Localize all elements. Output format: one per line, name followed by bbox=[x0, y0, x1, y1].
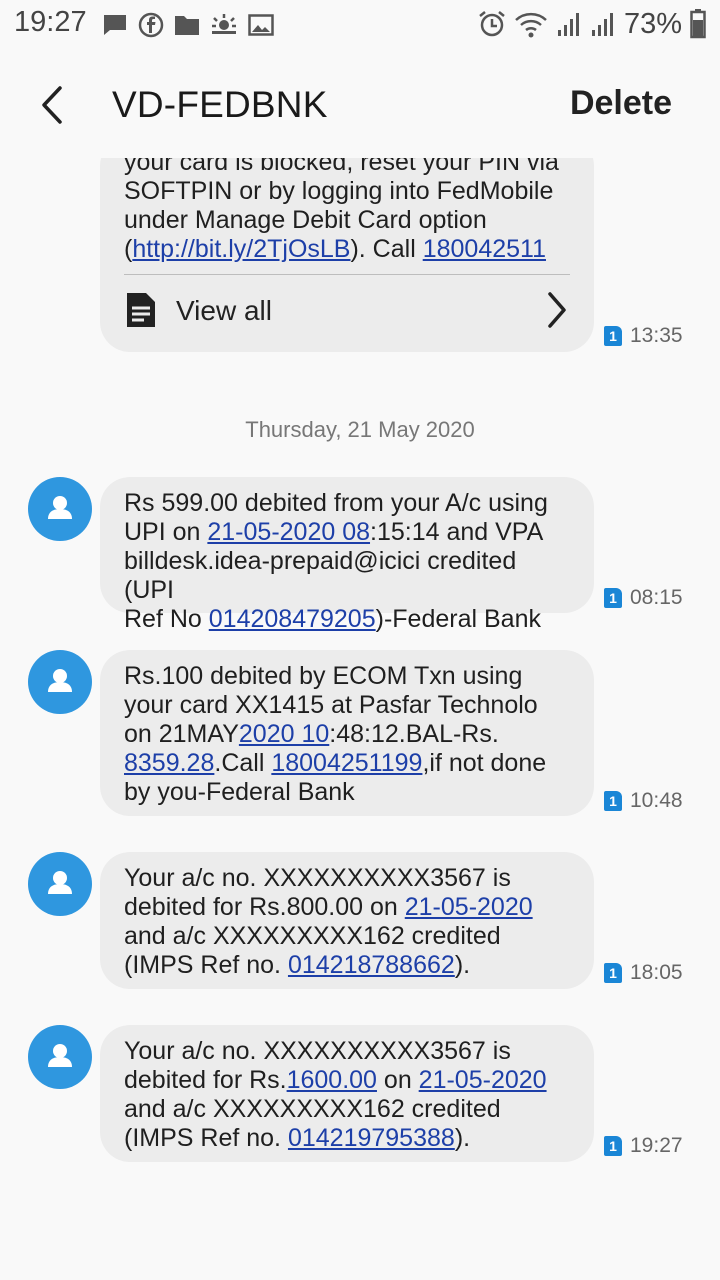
message-line: debited for Rs.800.00 on 21-05-2020 bbox=[124, 893, 533, 921]
sim-badge: 1 bbox=[604, 963, 622, 983]
sim-badge: 1 bbox=[604, 791, 622, 811]
message-link[interactable]: 21-05-2020 bbox=[405, 893, 533, 921]
message-line: your card is blocked, reset your PIN via bbox=[124, 158, 559, 176]
conversation-title: VD-FEDBNK bbox=[112, 84, 328, 125]
person-icon bbox=[48, 496, 72, 519]
phone-link[interactable]: 18004251199 bbox=[271, 749, 422, 777]
message-bubble[interactable]: Rs 599.00 debited from your A/c using UP… bbox=[100, 477, 594, 633]
message-meta: 1 13:35 bbox=[604, 324, 683, 348]
view-all-label: View all bbox=[176, 294, 272, 326]
message-meta: 1 19:27 bbox=[604, 1134, 683, 1158]
message-line: Ref No 014208479205)-Federal Bank bbox=[124, 605, 541, 633]
message-line: on 21MAY2020 10:48:12.BAL-Rs. bbox=[124, 720, 499, 748]
message-line: (http://bit.ly/2TjOsLB). Call 180042511 bbox=[124, 235, 546, 263]
avatar[interactable] bbox=[28, 477, 92, 541]
phone-link[interactable]: 180042511 bbox=[423, 235, 546, 263]
avatar[interactable] bbox=[28, 650, 92, 714]
document-icon bbox=[127, 293, 155, 327]
person-icon bbox=[48, 1044, 72, 1067]
message-line: by you-Federal Bank bbox=[124, 778, 355, 806]
alarm-icon bbox=[479, 11, 505, 37]
signal-icon bbox=[557, 13, 579, 36]
status-bar: 19:27 73% bbox=[0, 0, 720, 50]
message-link[interactable]: 8359.28 bbox=[124, 749, 214, 777]
message-line: 8359.28.Call 18004251199,if not done bbox=[124, 749, 547, 777]
message-link[interactable]: http://bit.ly/2TjOsLB bbox=[132, 235, 350, 263]
message-line: billdesk.idea-prepaid@icici credited (UP… bbox=[124, 547, 517, 604]
conversation-list[interactable]: your card is blocked, reset your PIN via… bbox=[0, 158, 720, 1280]
message-time: 18:05 bbox=[630, 961, 683, 984]
person-icon bbox=[48, 871, 72, 894]
message-meta: 1 08:15 bbox=[604, 586, 683, 610]
back-arrow-icon bbox=[42, 86, 62, 124]
message-line: Your a/c no. XXXXXXXXXX3567 is bbox=[124, 1037, 511, 1065]
message-line: (IMPS Ref no. 014218788662). bbox=[124, 951, 471, 979]
image-icon bbox=[248, 14, 274, 36]
status-time: 19:27 bbox=[14, 6, 87, 38]
message-line: and a/c XXXXXXXXX162 credited bbox=[124, 1095, 501, 1123]
message-meta: 1 18:05 bbox=[604, 961, 683, 985]
message-time: 13:35 bbox=[630, 324, 683, 347]
avatar[interactable] bbox=[28, 852, 92, 916]
message-line: and a/c XXXXXXXXX162 credited bbox=[124, 922, 501, 950]
message-bubble[interactable]: Rs.100 debited by ECOM Txn using your ca… bbox=[100, 650, 594, 816]
message-time: 08:15 bbox=[630, 586, 683, 609]
message-link[interactable]: 1600.00 bbox=[287, 1066, 377, 1094]
message-link[interactable]: 014208479205 bbox=[209, 605, 376, 633]
message-link[interactable]: 21-05-2020 bbox=[419, 1066, 547, 1094]
message-link[interactable]: 21-05-2020 08 bbox=[207, 518, 370, 546]
wifi-icon bbox=[515, 12, 547, 38]
facebook-icon bbox=[138, 12, 164, 38]
message-time: 19:27 bbox=[630, 1134, 683, 1157]
message-meta: 1 10:48 bbox=[604, 789, 683, 813]
message-bubble[interactable]: Your a/c no. XXXXXXXXXX3567 is debited f… bbox=[100, 852, 594, 989]
weather-icon bbox=[212, 14, 236, 34]
sim-badge: 1 bbox=[604, 326, 622, 346]
message-line: (IMPS Ref no. 014219795388). bbox=[124, 1124, 471, 1152]
message-line: UPI on 21-05-2020 08:15:14 and VPA bbox=[124, 518, 544, 546]
view-all-button[interactable]: View all bbox=[124, 274, 570, 345]
message-time: 10:48 bbox=[630, 789, 683, 812]
signal-icon bbox=[591, 13, 613, 36]
message-line: SOFTPIN or by logging into FedMobile bbox=[124, 177, 554, 205]
message-link[interactable]: 2020 10 bbox=[239, 720, 329, 748]
message-line: your card XX1415 at Pasfar Technolo bbox=[124, 691, 538, 719]
message-line: Rs 599.00 debited from your A/c using bbox=[124, 489, 548, 517]
delete-button[interactable]: Delete bbox=[570, 84, 672, 123]
message-line: under Manage Debit Card option bbox=[124, 206, 487, 234]
message-line: debited for Rs.1600.00 on 21-05-2020 bbox=[124, 1066, 547, 1094]
battery-icon bbox=[690, 9, 706, 39]
message-icon bbox=[104, 15, 126, 35]
sim-badge: 1 bbox=[604, 1136, 622, 1156]
message-link[interactable]: 014219795388 bbox=[288, 1124, 455, 1152]
battery-percent: 73% bbox=[623, 7, 682, 40]
message-link[interactable]: 014218788662 bbox=[288, 951, 455, 979]
message-bubble[interactable]: Your a/c no. XXXXXXXXXX3567 is debited f… bbox=[100, 1025, 594, 1162]
chevron-right-icon bbox=[548, 292, 566, 328]
back-button[interactable] bbox=[34, 82, 74, 128]
app-header: VD-FEDBNK Delete bbox=[0, 70, 720, 142]
message-bubble[interactable]: your card is blocked, reset your PIN via… bbox=[100, 158, 594, 352]
message-line: Rs.100 debited by ECOM Txn using bbox=[124, 662, 523, 690]
date-separator: Thursday, 21 May 2020 bbox=[245, 417, 475, 442]
folder-icon bbox=[175, 16, 199, 35]
avatar[interactable] bbox=[28, 1025, 92, 1089]
sim-badge: 1 bbox=[604, 588, 622, 608]
message-line: Your a/c no. XXXXXXXXXX3567 is bbox=[124, 864, 511, 892]
person-icon bbox=[48, 669, 72, 692]
